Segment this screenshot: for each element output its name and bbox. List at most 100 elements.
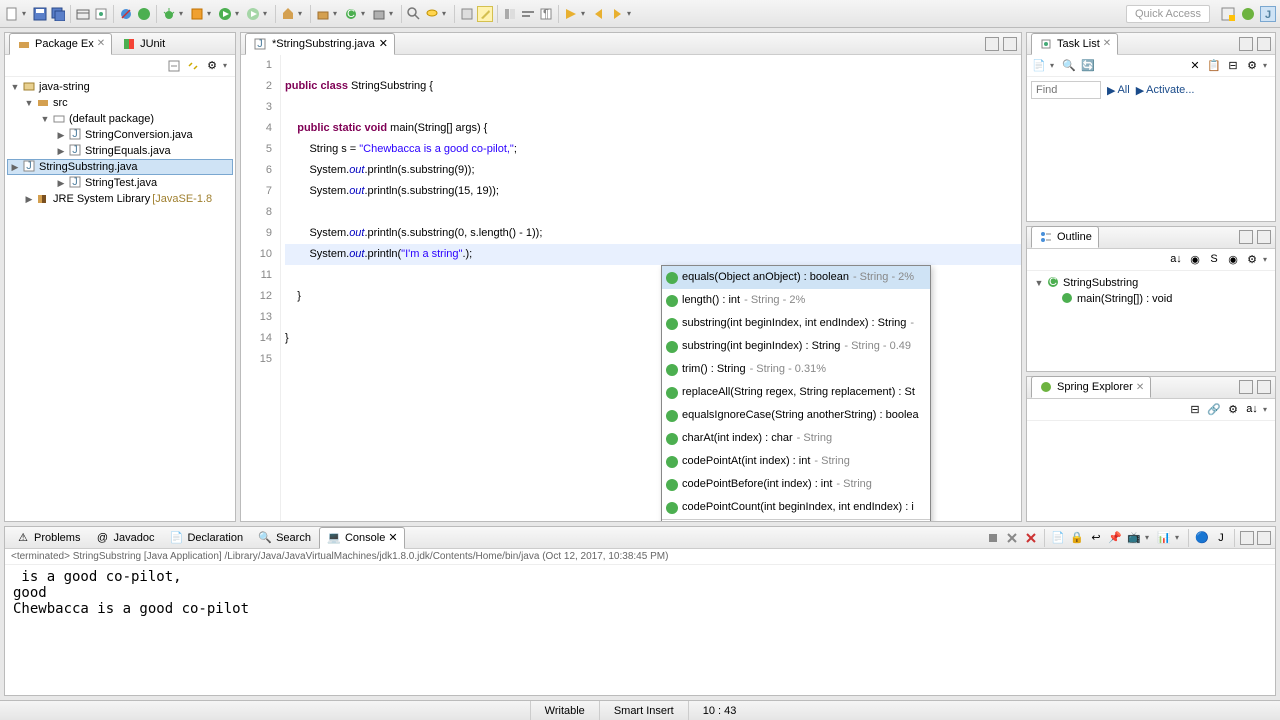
focus-task-icon[interactable]: ⚙	[204, 58, 220, 74]
spring-explorer-tab[interactable]: Spring Explorer ✕	[1031, 376, 1151, 398]
hide-static-icon[interactable]: S	[1206, 251, 1222, 267]
navigate-icon[interactable]	[563, 6, 579, 22]
java-file-node[interactable]: ▶JStringTest.java	[7, 175, 233, 191]
close-icon[interactable]: ✕	[1136, 382, 1144, 393]
spring-perspective-icon[interactable]	[1240, 6, 1256, 22]
new-server-icon[interactable]	[371, 6, 387, 22]
focus-icon[interactable]: ⚙	[1244, 251, 1260, 267]
save-all-icon[interactable]	[50, 6, 66, 22]
se-icon4[interactable]: a↓	[1244, 401, 1260, 417]
scroll-lock-icon[interactable]: 🔒	[1069, 530, 1085, 546]
search-icon[interactable]	[424, 6, 440, 22]
new-icon[interactable]	[4, 6, 20, 22]
maximize-icon[interactable]	[1257, 230, 1271, 244]
content-assist-item[interactable]: equalsIgnoreCase(String anotherString) :…	[662, 404, 930, 427]
all-link[interactable]: ▶ All	[1107, 84, 1130, 97]
new-task-icon[interactable]: 📄	[1031, 58, 1047, 74]
java-file-node[interactable]: ▶JStringSubstring.java	[7, 159, 233, 175]
content-assist-item[interactable]: charAt(int index) : char - String	[662, 427, 930, 450]
se-icon3[interactable]: ⚙	[1225, 401, 1241, 417]
save-icon[interactable]	[32, 6, 48, 22]
word-wrap-icon[interactable]: ↩	[1088, 530, 1104, 546]
minimize-icon[interactable]	[1239, 380, 1253, 394]
fwd-dropdown[interactable]: ▾	[627, 6, 635, 22]
highlighter-icon[interactable]	[477, 6, 493, 22]
java-file-node[interactable]: ▶JStringEquals.java	[7, 143, 233, 159]
java-file-node[interactable]: ▶JStringConversion.java	[7, 127, 233, 143]
package-explorer-tab[interactable]: Package Ex ✕	[9, 33, 112, 55]
find-input[interactable]	[1031, 81, 1101, 99]
maximize-icon[interactable]	[1257, 531, 1271, 545]
maximize-icon[interactable]	[1003, 37, 1017, 51]
content-assist-item[interactable]: replaceAll(String regex, String replacem…	[662, 381, 930, 404]
coverage-dropdown[interactable]: ▾	[207, 6, 215, 22]
content-assist-item[interactable]: codePointBefore(int index) : int - Strin…	[662, 473, 930, 496]
remove-launch-icon[interactable]	[1004, 530, 1020, 546]
switch-editor-icon[interactable]	[75, 6, 91, 22]
pin-console-icon[interactable]: 📌	[1107, 530, 1123, 546]
default-package-node[interactable]: ▼(default package)	[7, 111, 233, 127]
show-whitespace-icon[interactable]: ¶	[538, 6, 554, 22]
back-icon[interactable]	[591, 6, 607, 22]
java-perspective-icon[interactable]: J	[1260, 6, 1276, 22]
pkg-dropdown[interactable]: ▾	[333, 6, 341, 22]
run-last-dropdown[interactable]: ▾	[263, 6, 271, 22]
jre-library-node[interactable]: ▶JRE System Library [JavaSE-1.8	[7, 191, 233, 207]
view-menu-dropdown[interactable]: ▾	[223, 58, 231, 74]
display-selected-icon[interactable]: 📺	[1126, 530, 1142, 546]
junit-tab[interactable]: JUnit	[114, 33, 172, 55]
collapse-all-icon[interactable]	[166, 58, 182, 74]
new-class-icon[interactable]: C	[343, 6, 359, 22]
relaunch-icon[interactable]	[459, 6, 475, 22]
run-dropdown[interactable]: ▾	[235, 6, 243, 22]
close-icon[interactable]: ✕	[1103, 38, 1111, 49]
project-node[interactable]: ▼java-string	[7, 79, 233, 95]
quick-access-field[interactable]: Quick Access	[1126, 5, 1210, 23]
content-assist-item[interactable]: trim() : String - String - 0.31%	[662, 358, 930, 381]
editor-body[interactable]: 123456789101112131415 public class Strin…	[241, 55, 1021, 521]
content-assist-item[interactable]: substring(int beginIndex) : String - Str…	[662, 335, 930, 358]
open-task-icon[interactable]	[93, 6, 109, 22]
content-assist-item[interactable]: length() : int - String - 2%	[662, 289, 930, 312]
console-tab-problems[interactable]: ⚠Problems	[9, 528, 86, 548]
src-folder-node[interactable]: ▼src	[7, 95, 233, 111]
package-tree[interactable]: ▼java-string ▼src ▼(default package) ▶JS…	[5, 77, 235, 521]
run-icon[interactable]	[217, 6, 233, 22]
link-editor-icon[interactable]	[185, 58, 201, 74]
presentation-icon[interactable]: 📋	[1206, 58, 1222, 74]
skip-breakpoints-icon[interactable]	[118, 6, 134, 22]
schedule-icon[interactable]: ✕	[1187, 58, 1203, 74]
forward-icon[interactable]	[609, 6, 625, 22]
debug-dropdown[interactable]: ▾	[179, 6, 187, 22]
lifecycles-icon[interactable]: 🔵	[1194, 530, 1210, 546]
se-icon2[interactable]: 🔗	[1206, 401, 1222, 417]
breadcrumb-icon[interactable]	[520, 6, 536, 22]
collapse-icon[interactable]: ⊟	[1225, 58, 1241, 74]
toggle-annotations-icon[interactable]	[502, 6, 518, 22]
close-icon[interactable]: ✕	[379, 37, 388, 50]
editor-tab[interactable]: J *StringSubstring.java ✕	[245, 33, 395, 55]
server-dropdown[interactable]: ▾	[389, 6, 397, 22]
minimize-icon[interactable]	[1240, 531, 1254, 545]
minimize-icon[interactable]	[1239, 37, 1253, 51]
nav-dropdown[interactable]: ▾	[581, 6, 589, 22]
categorize-icon[interactable]: 🔍	[1061, 58, 1077, 74]
open-console-icon[interactable]: 📊	[1156, 530, 1172, 546]
debug-icon[interactable]	[161, 6, 177, 22]
java-stack-icon[interactable]: J	[1213, 530, 1229, 546]
hide-fields-icon[interactable]: ◉	[1187, 251, 1203, 267]
minimize-icon[interactable]	[985, 37, 999, 51]
sort-icon[interactable]: a↓	[1168, 251, 1184, 267]
focus-icon[interactable]: ⚙	[1244, 58, 1260, 74]
activate-link[interactable]: ▶ Activate...	[1136, 84, 1195, 97]
content-assist-item[interactable]: codePointAt(int index) : int - String	[662, 450, 930, 473]
new-package-icon[interactable]	[315, 6, 331, 22]
clear-console-icon[interactable]: 📄	[1050, 530, 1066, 546]
minimize-icon[interactable]	[1239, 230, 1253, 244]
console-tab-console[interactable]: 💻Console✕	[319, 527, 405, 549]
remove-all-icon[interactable]	[1023, 530, 1039, 546]
content-assist-item[interactable]: codePointCount(int beginIndex, int endIn…	[662, 496, 930, 519]
terminate-icon[interactable]	[985, 530, 1001, 546]
task-list-tab[interactable]: Task List ✕	[1031, 33, 1118, 55]
content-assist-item[interactable]: substring(int beginIndex, int endIndex) …	[662, 312, 930, 335]
